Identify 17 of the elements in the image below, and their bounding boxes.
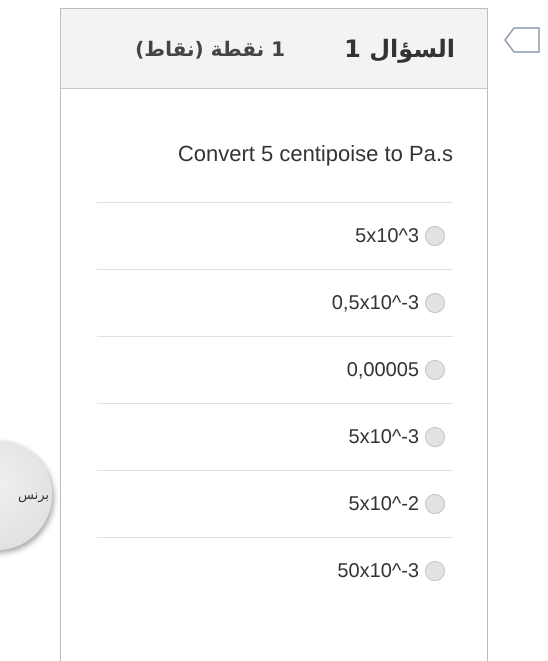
answer-option[interactable]: 5x10^-3 [348,426,419,448]
answer-option[interactable]: 0,00005 [346,358,419,382]
question-text: Convert 5 centipoise to Pa.s [176,141,453,167]
answer-option[interactable]: 5x10^-2 [348,492,419,516]
radio-button[interactable] [425,360,445,380]
radio-button[interactable] [425,226,445,246]
flag-icon[interactable] [504,27,540,53]
points-label: 1 نقطة (نقاط) [135,36,285,60]
question-title: السؤال 1 [343,34,455,62]
answer-option[interactable]: 5x10^3 [355,224,419,248]
radio-button[interactable] [425,427,445,447]
radio-button[interactable] [425,494,445,514]
answer-option[interactable]: 50x10^-3 [337,560,419,582]
side-button[interactable]: برنس [0,440,52,550]
radio-button[interactable] [425,561,445,581]
radio-button[interactable] [425,293,445,313]
answer-option[interactable]: 0,5x10^-3 [332,292,419,314]
